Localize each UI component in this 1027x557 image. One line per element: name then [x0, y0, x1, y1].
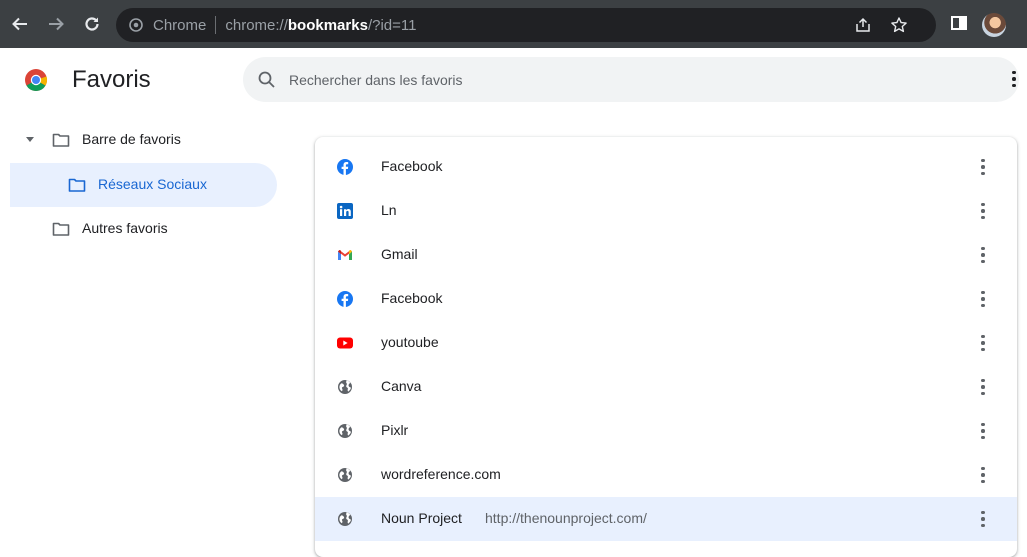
bookmark-title: Facebook	[381, 290, 443, 306]
url-scheme: chrome://	[225, 16, 288, 34]
bookmark-star-icon[interactable]	[890, 16, 908, 39]
folder-icon	[52, 133, 70, 147]
bookmark-title: Pixlr	[381, 422, 409, 438]
side-panel-icon[interactable]	[950, 14, 968, 37]
bookmark-row[interactable]: Facebook	[315, 145, 1017, 189]
arrow-left-icon	[12, 17, 27, 31]
chrome-site-icon	[128, 17, 144, 33]
bookmark-title: Noun Project	[381, 510, 462, 526]
bookmark-menu-icon[interactable]	[975, 199, 991, 223]
facebook-icon	[337, 159, 353, 175]
forward-button[interactable]	[44, 12, 68, 36]
url-path: /?id=11	[367, 16, 417, 34]
sidebar-item-social-networks[interactable]: Réseaux Sociaux	[10, 163, 277, 207]
bookmark-row[interactable]: Canva	[315, 365, 1017, 409]
bookmark-title: youtoube	[381, 334, 439, 350]
bookmark-title: Ln	[381, 202, 397, 218]
url-text: chrome://bookmarks/?id=11	[225, 17, 416, 34]
youtube-icon	[337, 337, 353, 349]
reload-icon	[85, 17, 99, 31]
expand-arrow-icon[interactable]	[24, 133, 36, 145]
globe-icon	[338, 468, 352, 482]
bookmark-list: Facebook Ln Gmail Facebook youtoube Canv…	[315, 137, 1017, 557]
search-icon[interactable]	[257, 70, 277, 90]
address-bar[interactable]: Chrome chrome://bookmarks/?id=11	[116, 8, 936, 42]
sidebar-item-label: Autres favoris	[82, 220, 168, 236]
facebook-icon	[337, 291, 353, 307]
bookmark-menu-icon[interactable]	[975, 243, 991, 267]
folder-icon	[68, 178, 86, 192]
site-chip: Chrome	[153, 16, 207, 34]
page-title: Favoris	[72, 66, 151, 93]
linkedin-icon	[337, 203, 353, 219]
sidebar-item-label: Barre de favoris	[82, 131, 181, 147]
bookmark-title: wordreference.com	[381, 466, 501, 482]
chip-divider	[215, 16, 217, 34]
chrome-logo-icon	[25, 69, 48, 91]
bookmark-menu-icon[interactable]	[975, 331, 991, 355]
arrow-right-icon	[49, 17, 64, 31]
browser-toolbar: Chrome chrome://bookmarks/?id=11	[0, 0, 1027, 48]
bookmark-row[interactable]: Gmail	[315, 233, 1017, 277]
search-bar[interactable]	[243, 57, 1019, 102]
sidebar-item-bookmarks-bar[interactable]: Barre de favoris	[0, 120, 300, 160]
folder-icon	[52, 222, 70, 236]
search-input[interactable]	[289, 57, 989, 102]
sidebar-item-other-bookmarks[interactable]: Autres favoris	[0, 209, 300, 249]
reload-button[interactable]	[80, 12, 104, 36]
bookmark-row[interactable]: youtoube	[315, 321, 1017, 365]
bookmark-row[interactable]: wordreference.com	[315, 453, 1017, 497]
share-icon[interactable]	[854, 16, 872, 39]
bookmark-row[interactable]: Ln	[315, 189, 1017, 233]
gmail-icon	[338, 250, 352, 260]
bookmark-menu-icon[interactable]	[975, 463, 991, 487]
globe-icon	[338, 512, 352, 526]
bookmark-url: http://thenounproject.com/	[485, 510, 647, 526]
more-options-icon[interactable]	[1006, 67, 1022, 91]
url-host: bookmarks	[287, 16, 368, 34]
bookmark-menu-icon[interactable]	[975, 155, 991, 179]
bookmark-row[interactable]: Noun Project http://thenounproject.com/	[315, 497, 1017, 541]
back-button[interactable]	[8, 12, 32, 36]
bookmark-row[interactable]: Pixlr	[315, 409, 1017, 453]
bookmark-title: Facebook	[381, 158, 443, 174]
bookmark-menu-icon[interactable]	[975, 419, 991, 443]
globe-icon	[338, 380, 352, 394]
bookmark-title: Canva	[381, 378, 422, 394]
sidebar-item-label: Réseaux Sociaux	[98, 176, 207, 192]
bookmark-menu-icon[interactable]	[975, 507, 991, 531]
bookmark-title: Gmail	[381, 246, 418, 262]
bookmark-row[interactable]: Facebook	[315, 277, 1017, 321]
bookmark-menu-icon[interactable]	[975, 375, 991, 399]
bookmark-menu-icon[interactable]	[975, 287, 991, 311]
globe-icon	[338, 424, 352, 438]
profile-avatar[interactable]	[982, 13, 1006, 37]
